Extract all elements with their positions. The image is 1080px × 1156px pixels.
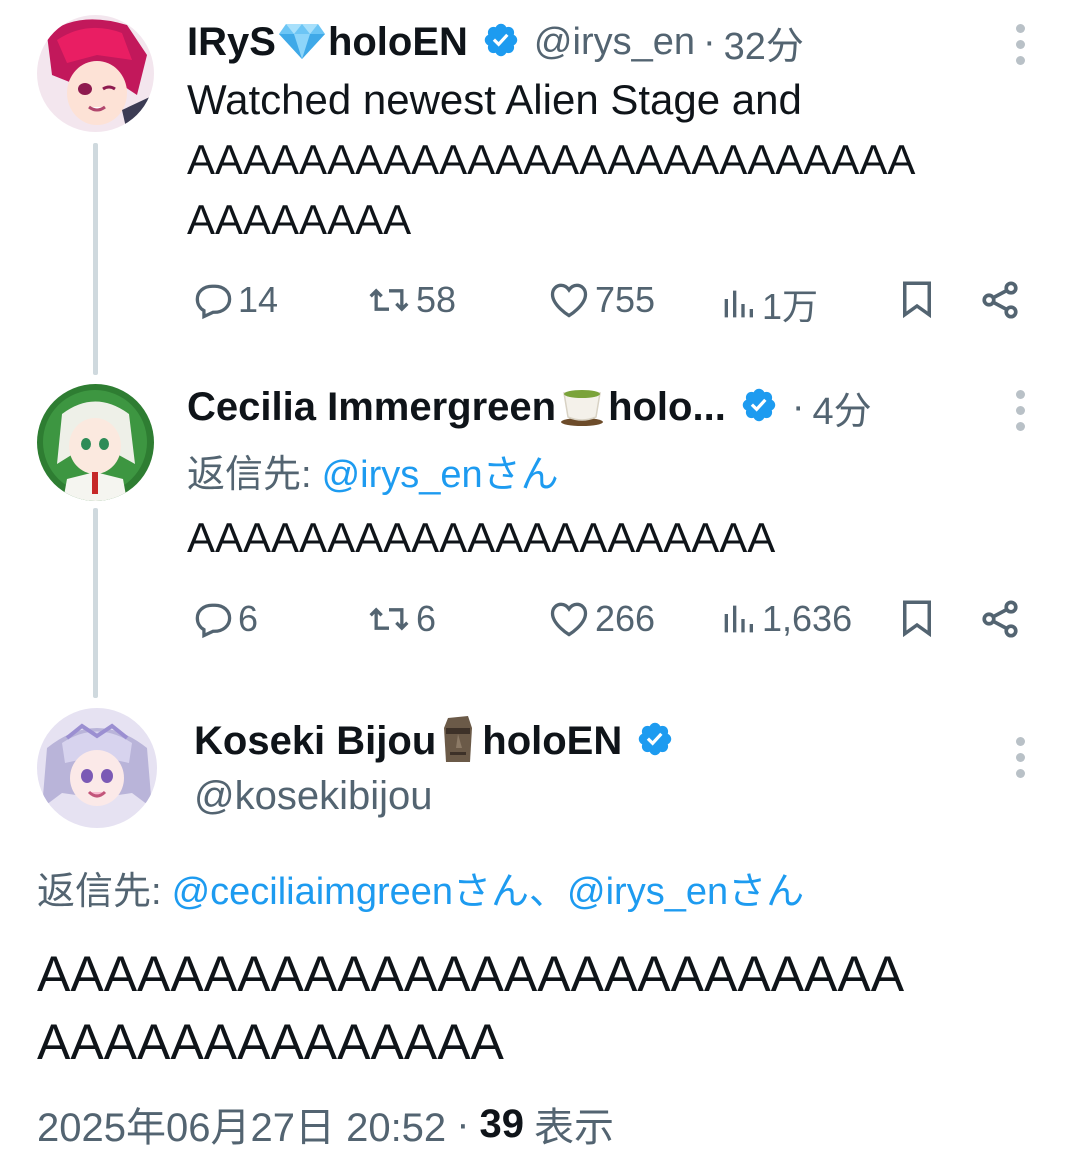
tweet-text: AAAAAAAAAAAAAAAAAAAAA xyxy=(187,508,1067,568)
repost-icon xyxy=(369,607,409,631)
tweet-text-line: AAAAAAAAAAAAAAAAAAAAAAAAAA xyxy=(187,136,916,183)
share-button[interactable] xyxy=(978,597,1022,641)
more-options-icon[interactable] xyxy=(1015,737,1025,778)
verified-badge-icon xyxy=(482,21,520,64)
views-icon xyxy=(724,605,753,633)
verified-badge-icon xyxy=(740,386,778,429)
bookmark-icon xyxy=(903,600,931,638)
repost-count: 6 xyxy=(416,598,437,639)
view-count: 1万 xyxy=(762,286,819,327)
more-options-icon[interactable] xyxy=(1015,24,1025,65)
bookmark-icon xyxy=(903,281,931,319)
views-icon xyxy=(724,290,753,318)
tweet-text-line: AAAAAAAAAAAAAAAAAAAAAAAAAA xyxy=(37,946,905,1002)
handle[interactable]: @kosekibijou xyxy=(194,774,433,819)
reply-button[interactable]: 6 xyxy=(190,597,258,641)
moai-icon xyxy=(440,714,476,769)
reply-icon xyxy=(195,284,232,320)
views-button[interactable]: 1,636 xyxy=(718,597,852,641)
like-button[interactable]: 266 xyxy=(547,597,655,641)
repost-icon xyxy=(369,288,409,312)
separator-dot: · xyxy=(703,20,716,63)
thread-line xyxy=(93,508,98,698)
views-count: 39 xyxy=(479,1101,525,1146)
avatar-irys[interactable] xyxy=(37,15,154,132)
like-count: 755 xyxy=(595,279,656,320)
reply-label: 返信先: xyxy=(37,870,162,913)
views-button[interactable]: 1万 xyxy=(718,278,818,330)
more-options-icon[interactable] xyxy=(1015,390,1025,431)
repost-button[interactable]: 6 xyxy=(366,597,436,641)
tweet-text: AAAAAAAAAAAAAAAAAAAAAAAAAA AAAAAAAAAAAAA… xyxy=(37,940,1067,1076)
like-count: 266 xyxy=(595,598,656,639)
heart-icon xyxy=(550,283,588,318)
separator-dot: · xyxy=(791,385,805,428)
display-name-suffix[interactable]: holoEN xyxy=(328,20,468,65)
display-name[interactable]: Cecilia Immergreen xyxy=(187,385,556,430)
avatar-bijou[interactable] xyxy=(37,708,157,828)
display-name[interactable]: Koseki Bijou xyxy=(194,719,436,764)
display-name-suffix[interactable]: holoEN xyxy=(482,719,622,764)
heart-icon xyxy=(550,602,588,637)
reply-count: 6 xyxy=(238,598,259,639)
reply-to-link[interactable]: @irys_enさん xyxy=(567,860,804,915)
tweet-timestamp[interactable]: 2025年06月27日 20:52 xyxy=(37,1095,446,1153)
separator-dot: · xyxy=(456,1101,470,1146)
views-label: 表示 xyxy=(534,1106,615,1150)
share-button[interactable] xyxy=(978,278,1022,322)
tweet-text-line: AAAAAAAA xyxy=(187,196,412,243)
share-icon xyxy=(982,600,1018,638)
bookmark-button[interactable] xyxy=(896,595,938,641)
view-count: 1,636 xyxy=(762,598,853,639)
tweet-time[interactable]: 4分 xyxy=(812,380,871,435)
bookmark-button[interactable] xyxy=(896,276,938,322)
thread-line xyxy=(93,143,98,375)
reply-icon xyxy=(195,603,232,639)
reply-to-link[interactable]: @ceciliaimgreenさん、 xyxy=(172,860,567,915)
share-icon xyxy=(982,281,1018,319)
handle[interactable]: @irys_en xyxy=(534,21,695,64)
avatar-cecilia[interactable] xyxy=(37,384,154,501)
reply-to-link[interactable]: @irys_enさん xyxy=(322,443,559,498)
tweet-time[interactable]: 32分 xyxy=(724,15,804,70)
tweet-text: Watched newest Alien Stage and AAAAAAAAA… xyxy=(187,70,1067,250)
like-button[interactable]: 755 xyxy=(547,278,655,322)
reply-count: 14 xyxy=(238,279,279,320)
tweet-text-line: AAAAAAAAAAAAAA xyxy=(37,1014,504,1070)
repost-button[interactable]: 58 xyxy=(366,278,456,322)
reply-button[interactable]: 14 xyxy=(190,278,278,322)
gem-icon xyxy=(278,20,326,65)
tweet-text-line: Watched newest Alien Stage and xyxy=(187,76,802,123)
display-name-suffix[interactable]: holo... xyxy=(608,385,726,430)
tea-icon xyxy=(558,383,606,432)
repost-count: 58 xyxy=(416,279,457,320)
display-name[interactable]: IRyS xyxy=(187,20,276,65)
reply-label: 返信先: xyxy=(187,453,312,496)
verified-badge-icon xyxy=(636,720,674,763)
tweet-text-line: AAAAAAAAAAAAAAAAAAAAA xyxy=(187,514,776,561)
